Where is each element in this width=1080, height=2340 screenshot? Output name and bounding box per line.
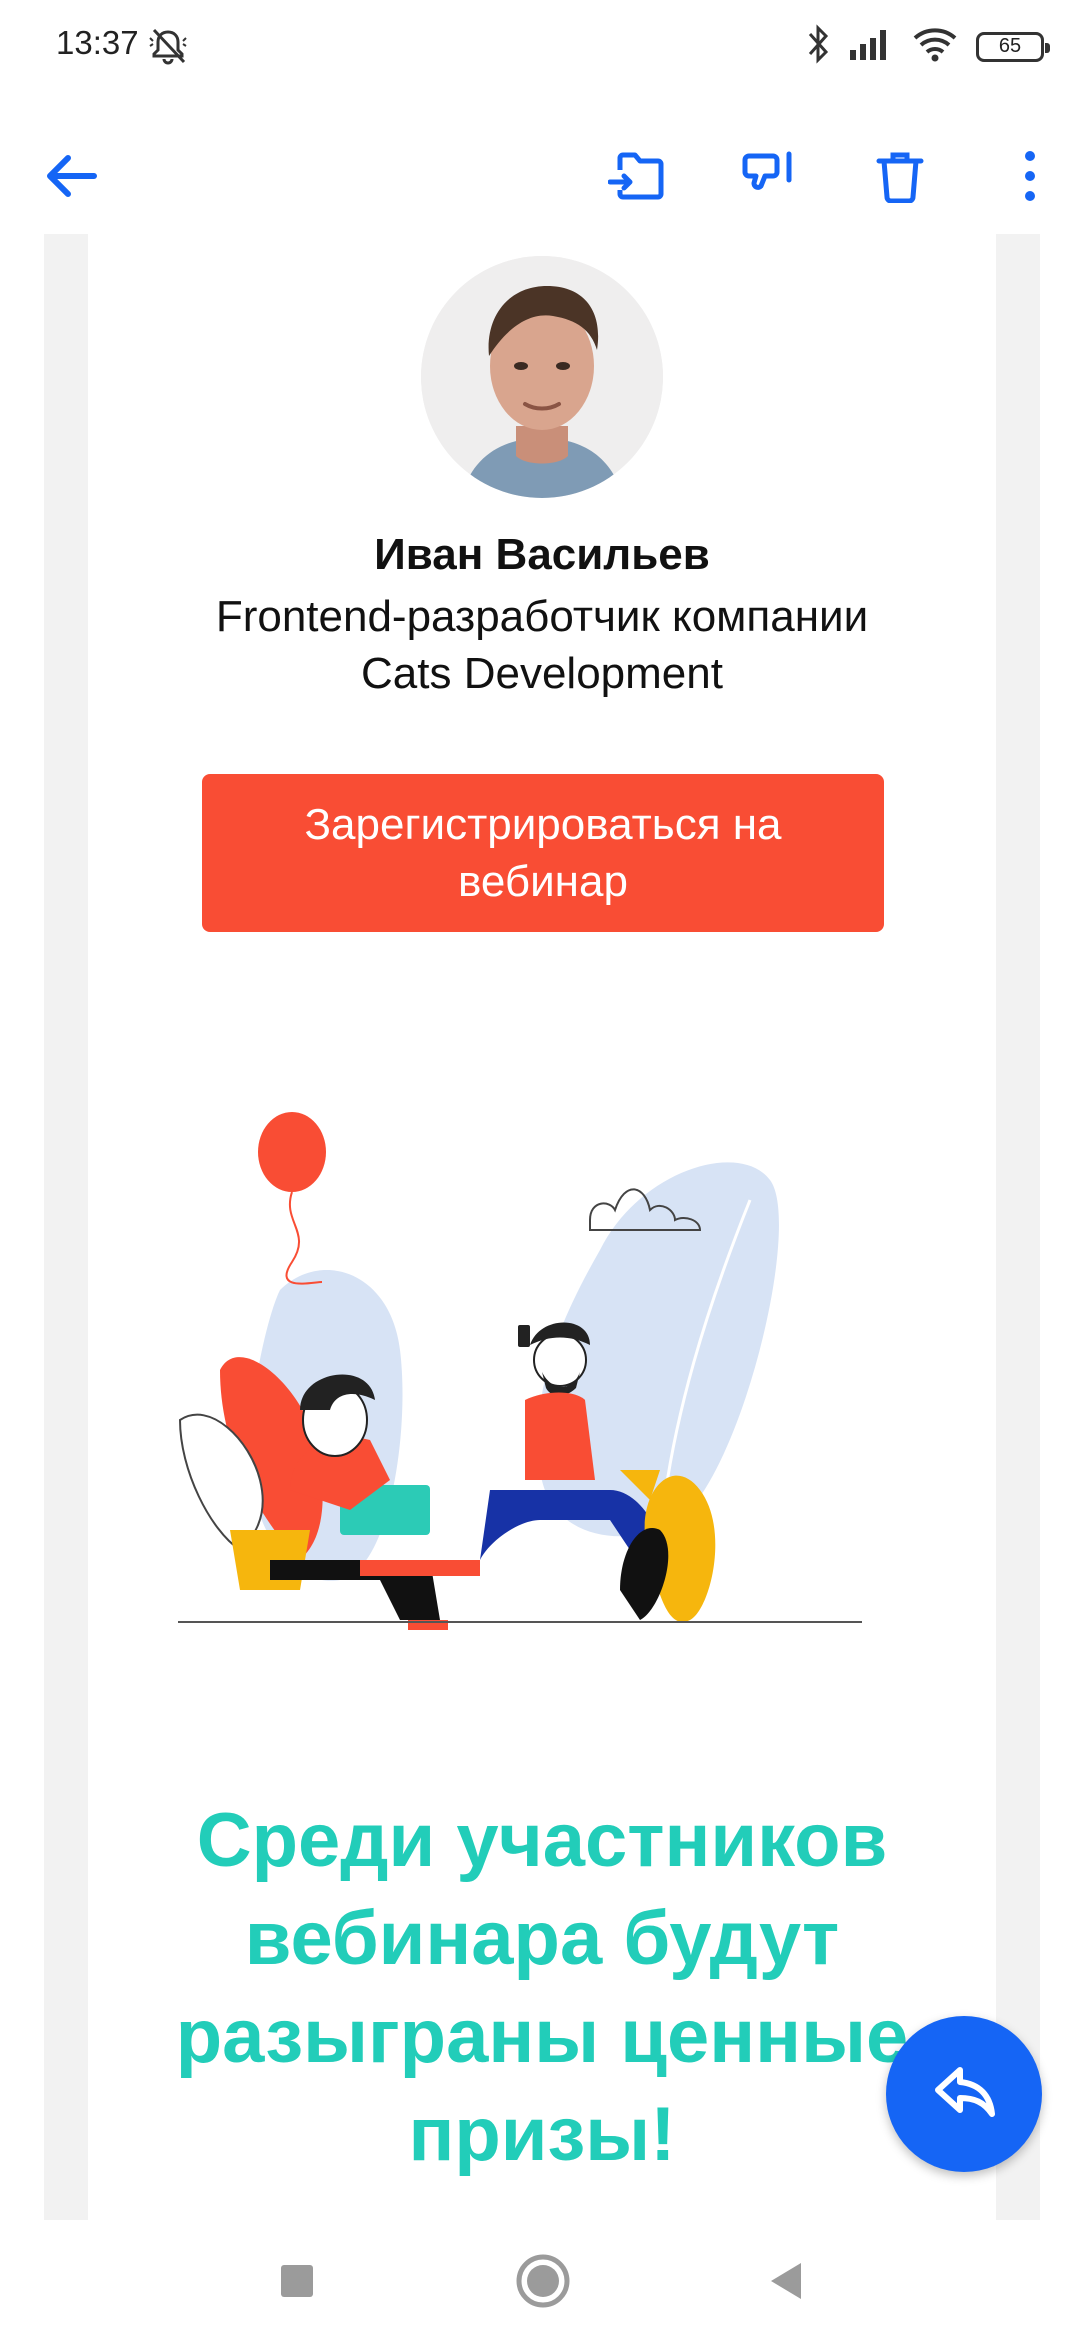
reply-fab[interactable] [886, 2016, 1042, 2172]
battery-icon: 65 [976, 31, 1050, 62]
trash-icon [875, 149, 925, 208]
speaker-avatar [421, 256, 663, 498]
recents-button[interactable] [262, 2248, 332, 2318]
back-button[interactable] [30, 138, 110, 218]
email-toolbar [0, 128, 1080, 224]
status-time: 13:37 [56, 24, 139, 61]
register-webinar-button[interactable]: Зарегистрироваться на вебинар [202, 774, 884, 932]
more-vert-icon [1023, 149, 1037, 208]
status-bar: 13:37 65 [0, 0, 1080, 96]
reply-icon [932, 2064, 996, 2125]
spam-icon [739, 150, 797, 207]
wifi-icon [912, 26, 958, 67]
more-options-button[interactable] [990, 138, 1070, 218]
home-button[interactable] [508, 2248, 578, 2318]
battery-level: 65 [998, 35, 1022, 57]
speaker-role-line-2: Cats Development [361, 649, 723, 698]
home-circle-icon [515, 2253, 571, 2314]
prize-headline: Среди участников вебинара будут разыгран… [175, 1798, 909, 2177]
spam-button[interactable] [728, 138, 808, 218]
back-arrow-icon [42, 152, 98, 205]
register-webinar-label: Зарегистрироваться на вебинар [304, 800, 782, 906]
move-to-folder-icon [607, 150, 668, 207]
move-to-folder-button[interactable] [598, 138, 678, 218]
speaker-name: Иван Васильев [374, 530, 710, 579]
speaker-role: Frontend-разработчик компании Cats Devel… [130, 588, 954, 702]
system-nav-bar [0, 2220, 1080, 2340]
system-back-button[interactable] [750, 2248, 820, 2318]
bluetooth-icon [806, 24, 830, 69]
signal-icon [848, 26, 894, 67]
webinar-illustration [150, 1090, 890, 1630]
delete-button[interactable] [860, 138, 940, 218]
speaker-role-line-1: Frontend-разработчик компании [215, 592, 869, 641]
recents-square-icon [279, 2263, 315, 2304]
mute-alarm-icon [146, 26, 190, 71]
back-triangle-icon [767, 2261, 803, 2306]
